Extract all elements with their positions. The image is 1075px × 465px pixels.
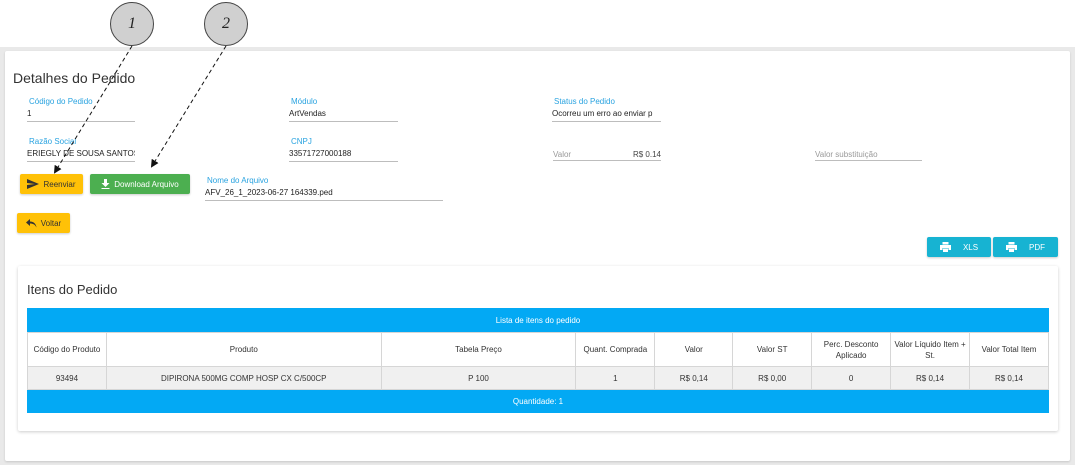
back-button[interactable]: Voltar [17,213,70,233]
column-header: Valor [654,332,734,367]
items-table-header-row: Código do Produto Produto Tabela Preço Q… [27,332,1049,367]
order-items-title: Itens do Pedido [27,282,118,297]
module-value: ArtVendas [289,109,398,122]
back-button-label: Voltar [40,218,62,228]
column-header: Valor ST [732,332,813,367]
order-status-field[interactable]: Status do Pedido Ocorreu um erro ao envi… [552,97,661,123]
cnpj-label: CNPJ [291,137,312,146]
company-name-label: Razão Social [29,137,77,146]
table-cell: R$ 0,14 [890,366,971,390]
printer-icon [1006,242,1017,252]
download-file-button[interactable]: Download Arquivo [90,174,190,194]
table-cell: DIPIRONA 500MG COMP HOSP CX C/500CP [105,366,382,390]
column-header: Quant. Comprada [575,332,656,367]
company-name-value: ERIEGLY DE SOUSA SANTOS [27,149,135,162]
printer-icon [939,242,951,252]
file-name-field[interactable]: Nome do Arquivo AFV_26_1_2023-06-27 1643… [205,176,443,202]
order-code-label: Código do Pedido [29,97,93,106]
download-icon [101,179,110,189]
table-cell: P 100 [380,366,577,390]
undo-icon [25,218,37,227]
export-pdf-label: PDF [1029,242,1045,252]
download-file-button-label: Download Arquivo [114,179,179,189]
file-name-label: Nome do Arquivo [207,176,269,185]
resend-button[interactable]: Reenviar [20,174,83,194]
export-pdf-button[interactable]: PDF [993,237,1058,257]
order-code-field[interactable]: Código do Pedido 1 [27,97,135,123]
column-header: Tabela Preço [380,332,577,367]
table-row[interactable]: 93494 DIPIRONA 500MG COMP HOSP CX C/500C… [27,366,1049,390]
table-cell: 1 [575,366,656,390]
table-cell: 93494 [27,366,107,390]
resend-button-label: Reenviar [43,179,76,189]
order-status-value: Ocorreu um erro ao enviar p [552,109,661,122]
replacement-value-label: Valor substituição [815,150,878,159]
column-header: Perc. Desconto Aplicado [811,332,892,367]
table-cell: R$ 0,00 [732,366,813,390]
column-header: Produto [105,332,382,367]
cnpj-value: 33571727000188 [289,149,398,162]
items-table-footer: Quantidade: 1 [27,390,1049,413]
items-table: Código do Produto Produto Tabela Preço Q… [27,332,1049,390]
annotation-callout-2: 2 [204,2,248,46]
table-cell: 0 [811,366,892,390]
value-field[interactable]: Valor R$ 0.14 [553,150,661,161]
column-header: Valor Total Item [969,332,1049,367]
export-xls-label: XLS [962,242,979,252]
order-code-value: 1 [27,109,135,122]
column-header: Valor Líquido Item + St. [890,332,971,367]
export-xls-button[interactable]: XLS [927,237,991,257]
send-icon [27,179,40,189]
value-label: Valor [553,150,572,159]
replacement-value-field[interactable]: Valor substituição [815,150,922,161]
value-value: R$ 0.14 [632,150,661,159]
module-field[interactable]: Módulo ArtVendas [289,97,398,123]
company-name-field[interactable]: Razão Social ERIEGLY DE SOUSA SANTOS [27,137,135,163]
column-header: Código do Produto [27,332,107,367]
file-name-value: AFV_26_1_2023-06-27 164339.ped [205,188,443,201]
table-cell: R$ 0,14 [969,366,1049,390]
module-label: Módulo [291,97,318,106]
table-cell: R$ 0,14 [654,366,734,390]
items-table-caption: Lista de itens do pedido [27,308,1049,332]
cnpj-field[interactable]: CNPJ 33571727000188 [289,137,398,163]
page-title: Detalhes do Pedido [13,70,136,86]
annotation-callout-1: 1 [110,2,154,46]
order-status-label: Status do Pedido [554,97,615,106]
